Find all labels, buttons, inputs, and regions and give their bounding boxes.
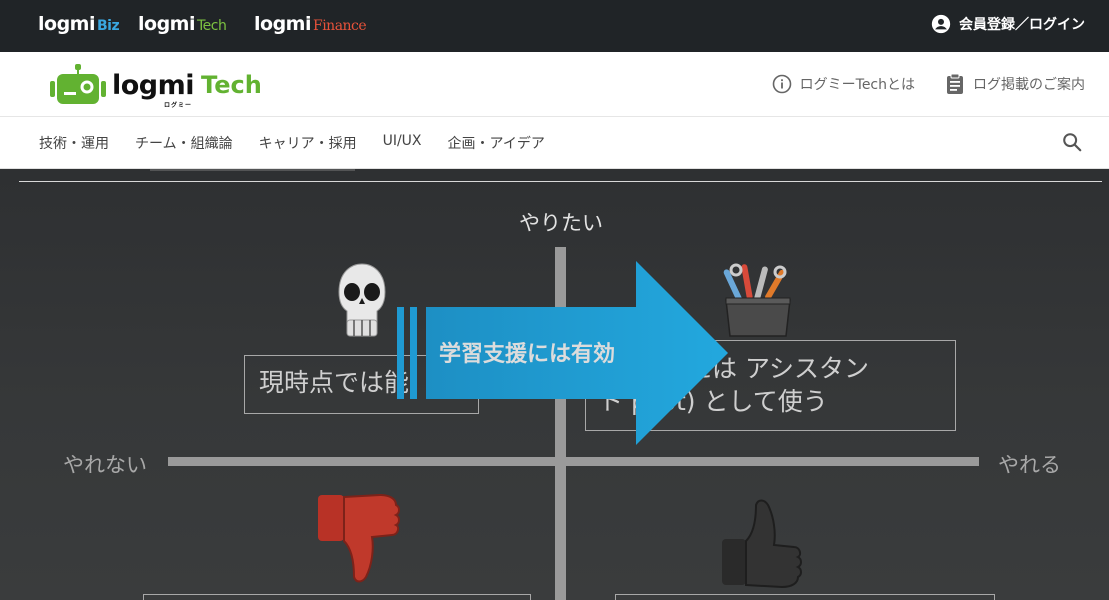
logo-tech: Tech [201,71,262,99]
info-icon [772,74,791,94]
robot-logo-icon [50,64,106,104]
nav-item-career[interactable]: キャリア・採用 [259,133,357,153]
quadrant-box-bottom-left [143,594,531,600]
nav-item-tech-ops[interactable]: 技術・運用 [39,133,109,153]
logmi-tech-logo[interactable]: logmi ログミー Tech [50,64,262,109]
arrow-label: 学習支援には有効 [439,341,615,367]
skull-icon [338,263,386,337]
publish-guide-label: ログ掲載のご案内 [973,77,1085,93]
highlight-arrow: 学習支援には有効 [397,261,728,445]
nav-item-ideas[interactable]: 企画・アイデア [448,133,545,153]
slide-divider [19,181,1102,182]
logmi-biz-link[interactable]: logmi Biz [38,13,120,35]
slide-image: やりたい やれない やれる 現時点では能 または アシスタン ト pilot) … [0,169,1109,600]
quadrant-box-bottom-right [615,594,995,600]
logo-wordmark: logmi ログミー [112,69,195,109]
login-button[interactable]: 会員登録／ログイン [931,14,1085,34]
clipboard-icon [947,73,963,94]
thumbs-down-icon [318,493,400,583]
axis-label-cannot: やれない [63,453,147,477]
nav-item-uiux[interactable]: UI/UX [383,133,422,153]
horizontal-axis [168,457,979,466]
logmi-finance-link[interactable]: logmi Finance [254,13,367,35]
thumbs-up-icon [722,499,802,589]
category-nav: 技術・運用 チーム・組織論 キャリア・採用 UI/UX 企画・アイデア [0,117,1109,169]
site-header: logmi ログミー Tech ログミーTechとは ログ掲載のご案内 [0,52,1109,117]
toolbox-icon [723,263,791,337]
search-icon[interactable] [1061,131,1083,153]
about-link-label: ログミーTechとは [799,77,915,93]
quadrant-box-top-left-text: 現時点では能 [259,368,410,397]
slide-top-fragment [150,169,355,171]
network-bar: logmi Biz logmi Tech logmi Finance 会員登録／ログイ… [0,0,1109,52]
axis-label-want: やりたい [519,211,603,235]
account-circle-icon [931,14,951,34]
logmi-tech-link[interactable]: logmi Tech [138,13,227,35]
publish-guide-link[interactable]: ログ掲載のご案内 [945,73,1085,95]
login-label: 会員登録／ログイン [959,17,1085,33]
axis-label-can: やれる [998,453,1061,477]
about-link[interactable]: ログミーTechとは [772,73,915,95]
nav-item-team-org[interactable]: チーム・組織論 [135,133,233,153]
